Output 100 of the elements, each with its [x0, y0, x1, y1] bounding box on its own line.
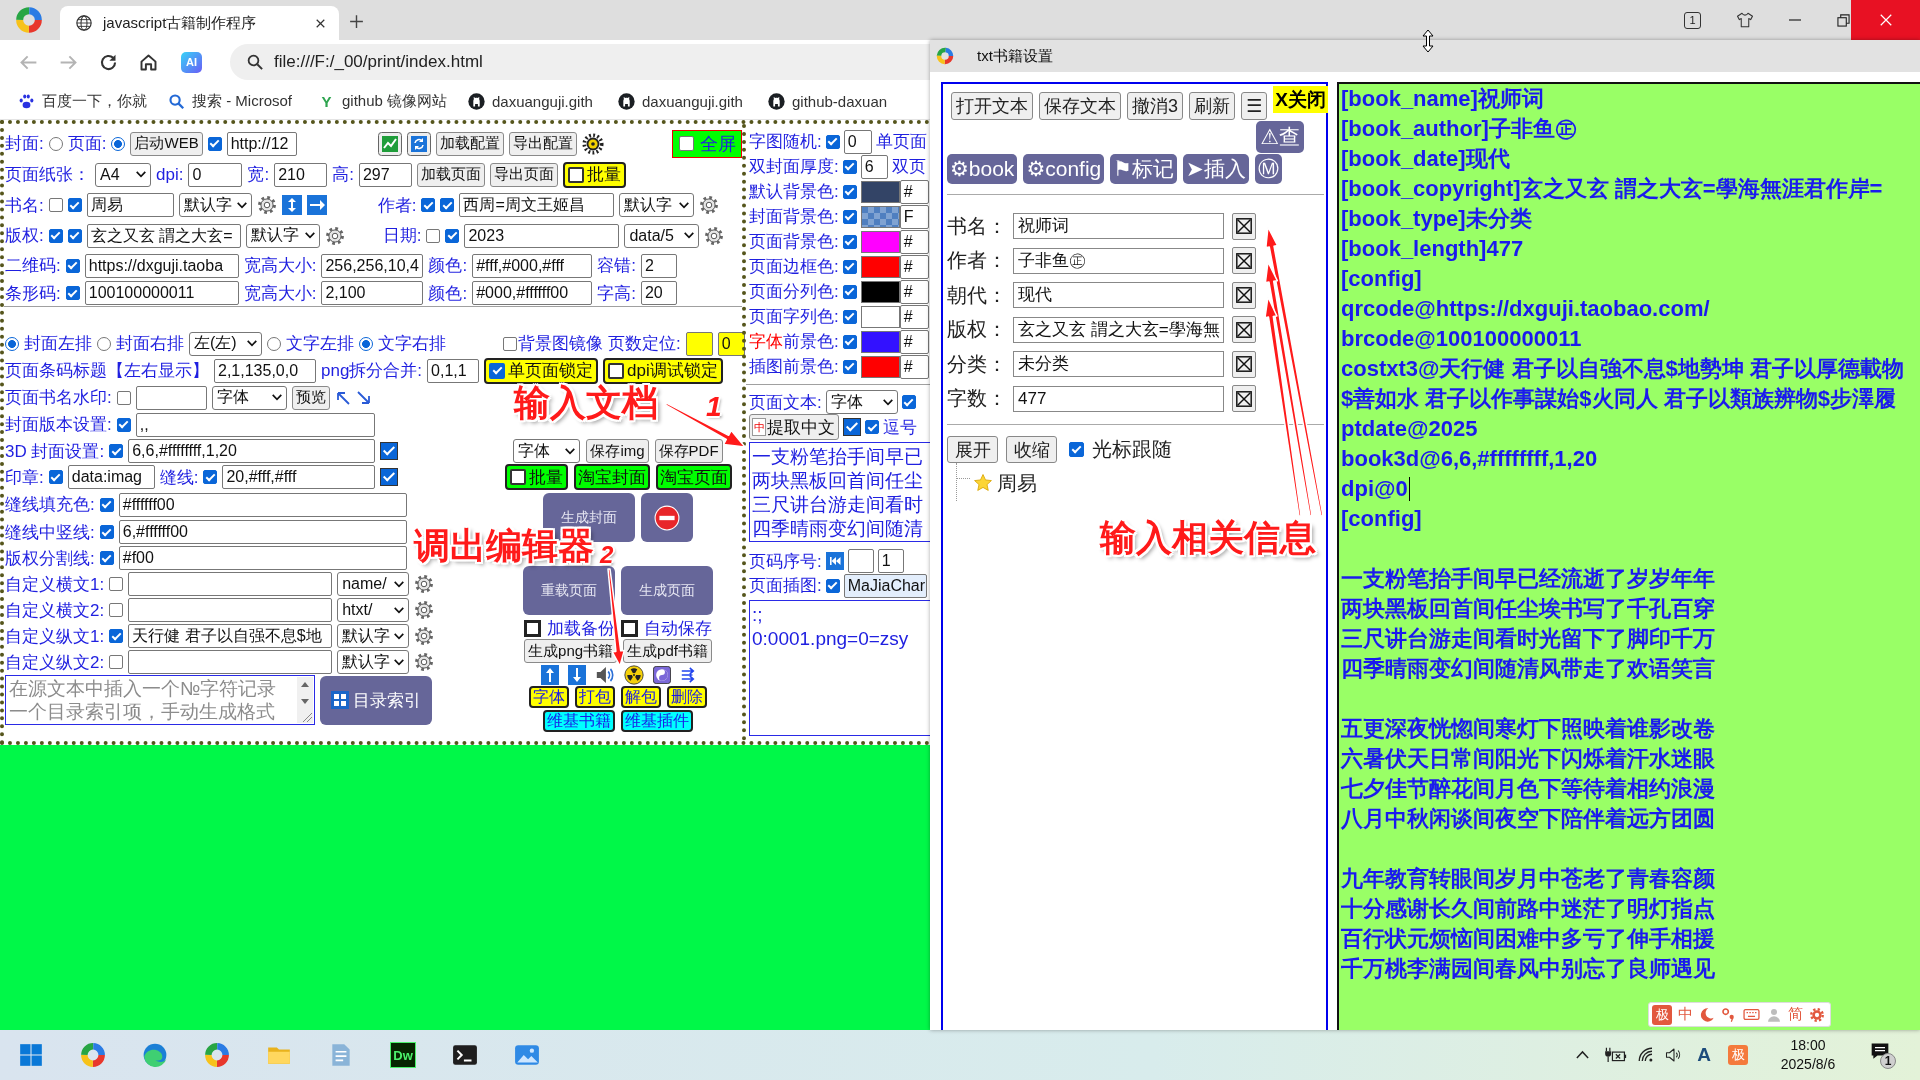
toggle-button[interactable]: 批量	[504, 464, 568, 490]
action-button[interactable]: 重载页面	[523, 566, 615, 615]
text-field[interactable]: 2023	[464, 223, 620, 248]
text-field[interactable]: 周易	[86, 193, 174, 217]
dropdown[interactable]: 左(左)	[189, 331, 262, 356]
speaker-icon[interactable]	[1665, 1046, 1683, 1064]
action-button[interactable]: 启动WEB	[130, 131, 203, 156]
up-left-arrow-icon[interactable]	[334, 389, 351, 406]
bookmark[interactable]: daxuanguji.gith	[468, 93, 618, 110]
checkbox[interactable]	[116, 417, 131, 432]
text-editor[interactable]	[1337, 82, 1920, 1030]
text-field[interactable]: 1	[877, 549, 904, 573]
toolbar-button[interactable]: 保存文本	[1039, 92, 1121, 120]
checkbox[interactable]	[48, 228, 63, 243]
minus-button[interactable]	[641, 493, 693, 542]
text-field[interactable]: 0,1,1	[427, 358, 480, 383]
checkbox[interactable]	[842, 234, 857, 249]
checkbox[interactable]	[825, 134, 840, 149]
gear-icon[interactable]	[704, 225, 725, 246]
address-bar[interactable]: file:///F:/_00/print/index.html	[230, 44, 930, 80]
checkbox[interactable]	[901, 395, 916, 409]
action-button[interactable]: 维基书籍	[543, 710, 615, 732]
text-field[interactable]: 2,1,135,0,0	[214, 358, 316, 383]
text-field[interactable]: 6,#ffffff00	[118, 520, 407, 544]
gear-icon[interactable]	[414, 626, 435, 646]
checkbox[interactable]	[445, 228, 460, 243]
checkbox[interactable]	[116, 390, 131, 405]
text-field[interactable]: #f00	[118, 546, 407, 570]
text-field[interactable]: #000,#ffffff00	[472, 281, 593, 305]
tag-button[interactable]: ➤插入	[1183, 154, 1249, 184]
action-button[interactable]: 维基插件	[621, 710, 693, 732]
shirt-icon[interactable]	[1736, 11, 1754, 29]
checkbox[interactable]	[48, 470, 63, 484]
text-field[interactable]: data:imag	[67, 465, 155, 489]
toggle-button[interactable]: 单页面锁定	[484, 357, 599, 384]
action-button[interactable]: 字体	[529, 686, 569, 708]
tree-node[interactable]: 周易	[997, 469, 1037, 497]
radio-button[interactable]	[5, 336, 19, 351]
text-field[interactable]: 6,6,#ffffffff,1,20	[128, 439, 376, 463]
checkbox[interactable]	[99, 497, 114, 512]
skip-to-start-icon[interactable]	[825, 552, 844, 570]
clear-button[interactable]	[1232, 281, 1256, 309]
chevron-up-icon[interactable]	[1575, 1050, 1590, 1060]
clock-time[interactable]: 18:00	[1790, 1036, 1826, 1055]
clear-button[interactable]	[1232, 247, 1256, 275]
checkbox[interactable]	[65, 286, 80, 300]
checkbox[interactable]	[99, 525, 114, 539]
bookmark[interactable]: 搜索 - Microsof	[168, 92, 318, 111]
ime-logo[interactable]: 极	[1652, 1004, 1672, 1025]
dropdown[interactable]: A4	[95, 162, 151, 187]
dropdown[interactable]: 默认字	[337, 650, 410, 674]
text-field[interactable]: http://12	[226, 131, 297, 156]
text-field[interactable]: 210	[274, 162, 328, 187]
text-field[interactable]: #	[899, 179, 929, 204]
checkbox[interactable]	[842, 309, 857, 324]
browser-tab[interactable]: javascript古籍制作程序	[60, 6, 339, 40]
text-field[interactable]: 256,256,10,4	[321, 253, 424, 278]
moon-icon[interactable]	[1699, 1006, 1715, 1023]
text-field[interactable]: 2,100	[321, 281, 424, 305]
checkbox[interactable]	[421, 198, 436, 212]
action-button[interactable]: 生成页面	[621, 566, 713, 615]
text-field[interactable]	[128, 572, 333, 596]
gear-icon[interactable]	[414, 574, 435, 594]
tab-counter[interactable]: 1	[1684, 11, 1701, 29]
checkbox[interactable]	[567, 166, 584, 183]
text-field[interactable]	[128, 650, 333, 674]
app-launcher[interactable]: Dw	[390, 1042, 416, 1068]
toggle-button[interactable]: 全屏	[672, 129, 742, 158]
bookmark[interactable]: github-daxuan	[768, 93, 918, 110]
checkbox[interactable]	[1069, 442, 1084, 457]
checkbox[interactable]	[48, 198, 63, 212]
checkbox[interactable]	[67, 198, 82, 212]
check-button[interactable]: ⚠查	[1256, 121, 1304, 153]
text-field[interactable]: #	[899, 254, 929, 279]
dropdown[interactable]: 字体	[513, 439, 581, 463]
checkbox[interactable]	[99, 551, 114, 565]
biohazard-icon[interactable]	[623, 665, 644, 685]
action-button[interactable]: 淘宝页面	[655, 464, 732, 490]
bookmark[interactable]: Y github 镜像网站	[318, 92, 468, 111]
tree-button[interactable]: 展开	[947, 436, 998, 463]
text-field[interactable]: ,,	[135, 412, 375, 437]
text-field[interactable]: #	[899, 279, 929, 304]
text-field[interactable]: #	[899, 229, 929, 254]
toolbar-button[interactable]: 撤消3	[1127, 92, 1183, 120]
radio-button[interactable]	[97, 336, 111, 351]
dropdown[interactable]: 默认字	[245, 223, 320, 248]
gear-icon[interactable]	[414, 600, 435, 620]
text-field[interactable]: 玄之又玄 謂之大玄=	[86, 223, 241, 248]
action-button[interactable]: 保存PDF	[654, 439, 723, 463]
checkbox[interactable]	[842, 359, 857, 374]
battery-icon[interactable]	[1603, 1046, 1627, 1064]
toggle-button[interactable]: 批量	[562, 161, 626, 188]
text-field[interactable]: 西周=周文王姬昌	[459, 193, 615, 217]
checkbox[interactable]	[679, 136, 694, 151]
tag-button[interactable]: Ⓜ	[1254, 154, 1282, 184]
sun-icon[interactable]	[581, 132, 604, 155]
input-mode-toggle[interactable]: 中	[1678, 1005, 1693, 1024]
chart-icon[interactable]	[377, 131, 402, 156]
text-field[interactable]: F	[899, 204, 929, 229]
checkbox[interactable]	[109, 577, 124, 591]
